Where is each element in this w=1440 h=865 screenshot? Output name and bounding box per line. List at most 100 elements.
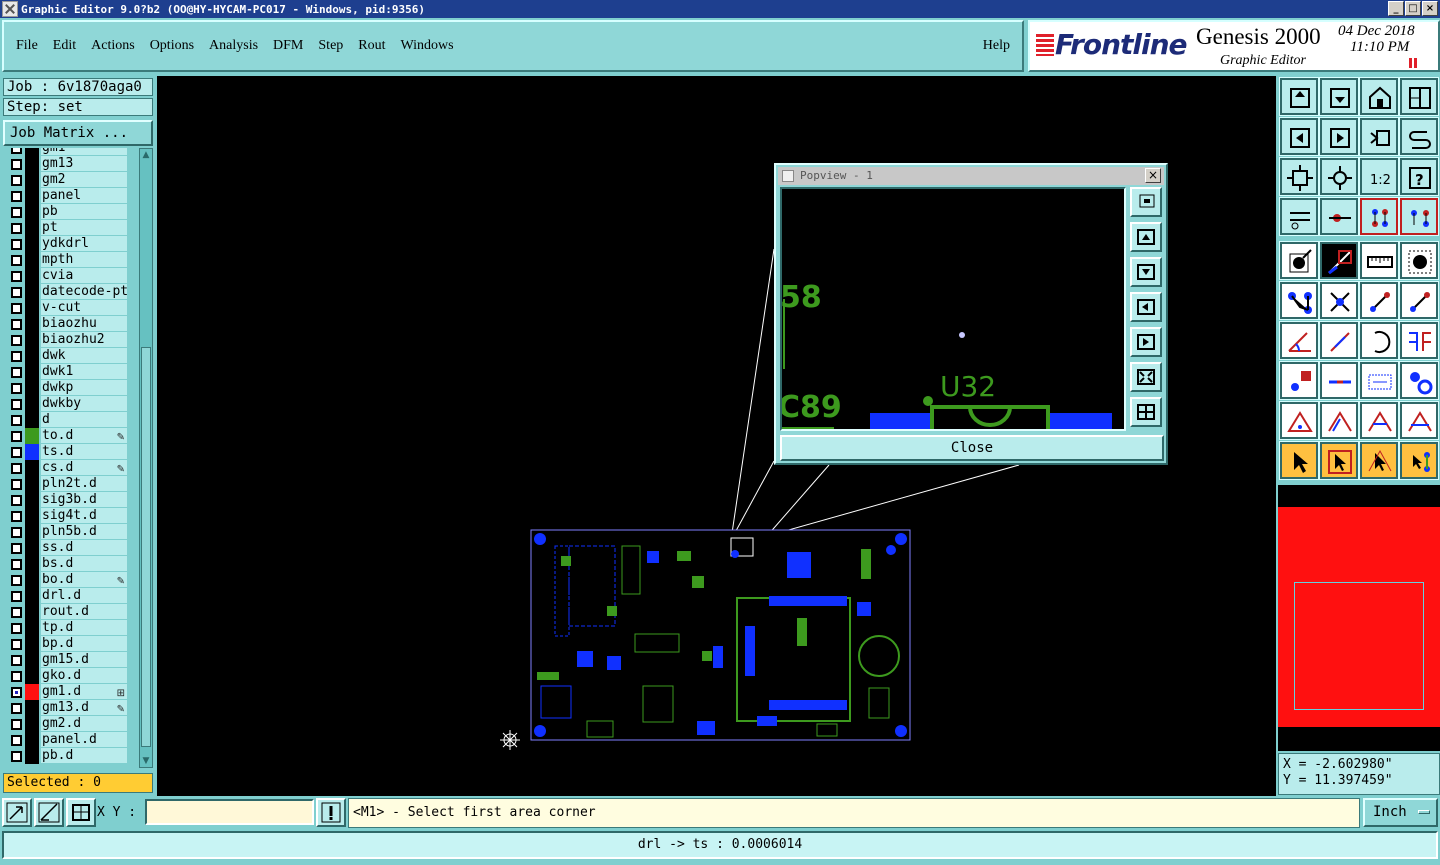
close-button[interactable]: × [1422,1,1438,16]
popview-zoom-area[interactable]: 58 U32 C89 [778,187,1126,431]
layer-name[interactable]: to.d ✎ [41,428,127,444]
layer-checkbox[interactable] [11,191,22,202]
layer-name[interactable]: d [41,412,127,428]
tool-pan-left-icon[interactable] [1279,117,1319,156]
angle-snap-icon[interactable] [34,798,64,827]
layer-name[interactable]: pb.d [41,748,127,764]
layer-name[interactable]: datecode-ptc [41,284,127,300]
layer-checkbox[interactable] [11,319,22,330]
layer-color-swatch[interactable] [25,348,39,364]
tool-dimension-icon[interactable] [1359,361,1399,400]
tool-connect-icon[interactable] [1319,361,1359,400]
layer-checkbox[interactable] [11,463,22,474]
tool-slash-icon[interactable] [1319,321,1359,360]
layer-row[interactable]: gm1.d ⊞ [5,684,137,700]
layer-row[interactable]: cvia [5,268,137,284]
layer-name[interactable]: cvia [41,268,127,284]
layer-name[interactable]: dwkp [41,380,127,396]
layer-row[interactable]: dwk1 [5,364,137,380]
menu-rout[interactable]: Rout [358,38,385,54]
layer-name[interactable]: drl.d [41,588,127,604]
layer-color-swatch[interactable] [25,748,39,764]
layer-name[interactable]: biaozhu [41,316,127,332]
layer-checkbox[interactable] [11,159,22,170]
layer-name[interactable]: gko.d [41,668,127,684]
layer-color-swatch[interactable] [25,588,39,604]
layer-color-swatch[interactable] [25,540,39,556]
tool-select-icon[interactable] [1279,241,1319,280]
layer-row[interactable]: mpth [5,252,137,268]
layer-row[interactable]: panel [5,188,137,204]
layer-name[interactable]: sig4t.d [41,508,127,524]
layer-checkbox[interactable] [11,447,22,458]
layer-name[interactable]: panel.d [41,732,127,748]
layer-name[interactable]: gm13 [41,156,127,172]
alert-icon[interactable] [316,798,346,827]
tool-line-icon[interactable] [1359,281,1399,320]
layer-color-swatch[interactable] [25,476,39,492]
layer-name[interactable]: bo.d ✎ [41,572,127,588]
layer-checkbox[interactable] [11,255,22,266]
tool-save-icon[interactable] [1319,77,1359,116]
layer-color-swatch[interactable] [25,652,39,668]
layer-name[interactable]: pln5b.d [41,524,127,540]
layer-color-swatch[interactable] [25,188,39,204]
layer-row[interactable]: rout.d [5,604,137,620]
scroll-thumb[interactable] [141,347,151,747]
layer-color-swatch[interactable] [25,524,39,540]
layer-row[interactable]: drl.d [5,588,137,604]
layer-row[interactable]: pln2t.d [5,476,137,492]
layer-row[interactable]: bp.d [5,636,137,652]
layer-color-swatch[interactable] [25,332,39,348]
layer-checkbox[interactable] [11,351,22,362]
grid-icon[interactable] [66,798,96,827]
layer-row[interactable]: bs.d [5,556,137,572]
layer-row[interactable]: pb.d [5,748,137,764]
tool-open-icon[interactable] [1279,77,1319,116]
layer-color-swatch[interactable] [25,172,39,188]
menu-dfm[interactable]: DFM [273,38,303,54]
layer-row[interactable]: ts.d [5,444,137,460]
layer-row[interactable]: v-cut [5,300,137,316]
layer-checkbox[interactable] [11,479,22,490]
layer-checkbox[interactable] [11,415,22,426]
layer-name[interactable]: ydkdrl [41,236,127,252]
menu-options[interactable]: Options [150,38,194,54]
layer-name[interactable]: dwk [41,348,127,364]
layer-color-swatch[interactable] [25,156,39,172]
menu-windows[interactable]: Windows [401,38,454,54]
layer-name[interactable]: bp.d [41,636,127,652]
tool-route-icon[interactable] [1279,281,1319,320]
tool-scale-1-2-icon[interactable]: 1:2 [1359,157,1399,196]
tool-arc-icon[interactable] [1359,321,1399,360]
tool-angle-icon[interactable] [1279,321,1319,360]
layer-color-swatch[interactable] [25,252,39,268]
snap-mode-icon[interactable] [2,798,32,827]
menu-analysis[interactable]: Analysis [209,38,258,54]
popview-pan-down-icon[interactable] [1130,257,1162,287]
layer-name[interactable]: gm2 [41,172,127,188]
layer-name[interactable]: pt [41,220,127,236]
layer-name[interactable]: ts.d [41,444,127,460]
popview-close-icon[interactable]: × [1145,168,1161,183]
layer-checkbox[interactable] [11,271,22,282]
layer-row[interactable]: ss.d [5,540,137,556]
layer-name[interactable]: gm2.d [41,716,127,732]
popview-pan-left-icon[interactable] [1130,292,1162,322]
layer-row[interactable]: datecode-ptc [5,284,137,300]
layer-row[interactable]: gm1 [5,148,137,156]
layer-name[interactable]: mpth [41,252,127,268]
popview-pan-up-icon[interactable] [1130,222,1162,252]
menu-actions[interactable]: Actions [91,38,135,54]
layer-checkbox[interactable] [11,431,22,442]
layer-checkbox[interactable] [11,591,22,602]
layer-checkbox[interactable] [11,655,22,666]
layer-color-swatch[interactable] [25,428,39,444]
popview-zoom-in-icon[interactable] [1130,397,1162,427]
xy-input[interactable] [145,799,314,825]
layer-name[interactable]: pb [41,204,127,220]
minimap-viewport-frame[interactable] [1294,582,1424,710]
layer-color-swatch[interactable] [25,636,39,652]
layer-name[interactable]: biaozhu2 [41,332,127,348]
popview-fit-icon[interactable] [1130,187,1162,217]
